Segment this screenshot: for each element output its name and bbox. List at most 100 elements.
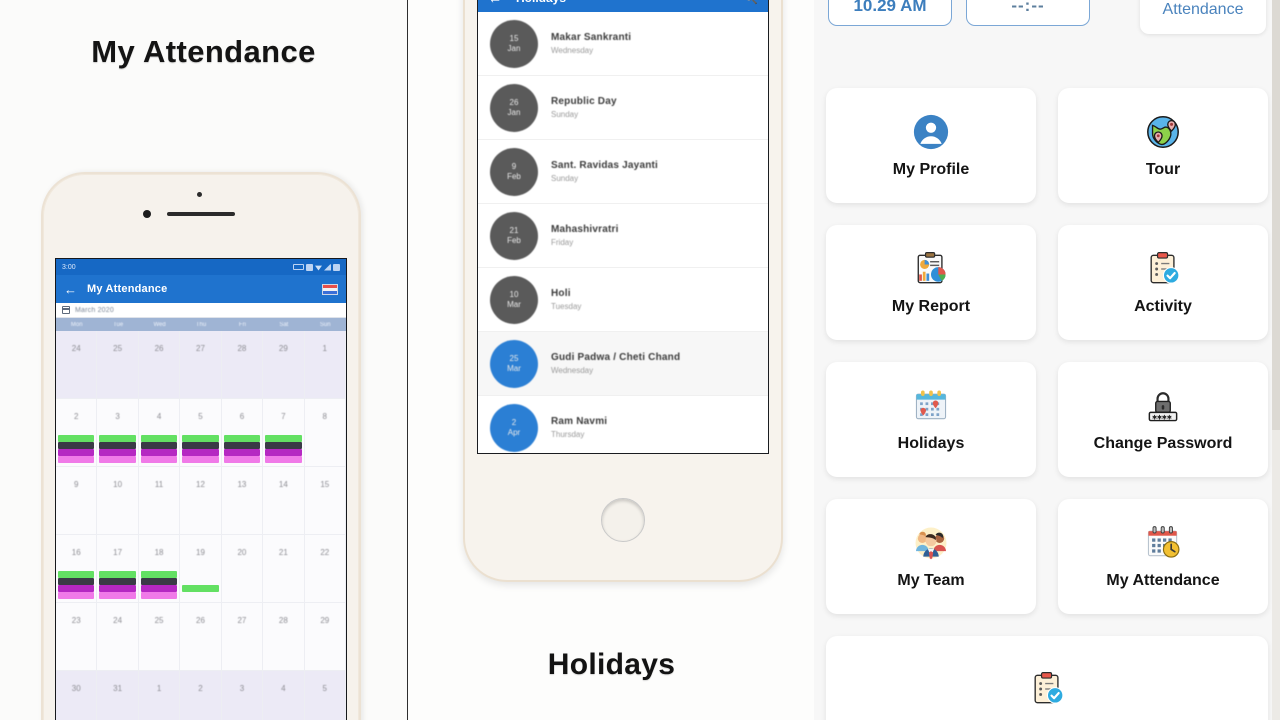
attendance-marker xyxy=(182,449,219,456)
month-label: March 2020 xyxy=(75,306,114,314)
calendar-day-cell[interactable]: 26 xyxy=(138,331,181,399)
calendar-day-cell[interactable]: 19 xyxy=(180,535,222,603)
clipboard-check-icon xyxy=(1027,669,1067,709)
calendar-day-cell[interactable]: 23 xyxy=(56,603,98,671)
tile-my-profile[interactable]: My Profile xyxy=(826,88,1036,203)
calendar-day-cell[interactable]: 1 xyxy=(138,671,181,720)
phone-mockup-attendance: 3:00 ← My Attendance March 2020 Mon Tue We… xyxy=(41,172,361,720)
tile-change-password[interactable]: ✱✱✱✱ Change Password xyxy=(1058,362,1268,477)
calendar-day-cell[interactable]: 17 xyxy=(97,535,139,603)
arrow-left-icon[interactable]: ← xyxy=(488,0,502,5)
calendar-day-cell[interactable]: 28 xyxy=(263,603,305,671)
calendar-day-number: 12 xyxy=(196,480,205,489)
calendar-day-cell[interactable]: 30 xyxy=(56,671,98,720)
calendar-day-cell[interactable]: 2 xyxy=(56,399,98,467)
holiday-date-badge: 21 Feb xyxy=(490,211,538,260)
calendar-day-cell[interactable]: 20 xyxy=(221,535,264,603)
holiday-list-item[interactable]: 2 Apr Ram Navmi Thursday xyxy=(478,396,768,453)
calendar-day-cell[interactable]: 14 xyxy=(263,467,305,535)
calendar-day-cell[interactable]: 24 xyxy=(97,603,139,671)
attendance-marker xyxy=(58,592,95,599)
tile-unlabeled[interactable] xyxy=(826,636,1268,720)
tile-my-team[interactable]: My Team xyxy=(826,499,1036,614)
punch-out-button[interactable]: --:-- xyxy=(966,0,1090,26)
calendar-day-cell[interactable]: 11 xyxy=(138,467,181,535)
calendar-day-cell[interactable]: 27 xyxy=(180,331,222,399)
calendar-day-cell[interactable]: 5 xyxy=(180,399,222,467)
holiday-list-item[interactable]: 26 Jan Republic Day Sunday xyxy=(478,76,768,140)
calendar-day-number: 16 xyxy=(71,548,81,557)
holiday-list[interactable]: 15 Jan Makar Sankranti Wednesday 26 Jan Republ… xyxy=(478,12,768,453)
holiday-list-item[interactable]: 15 Jan Makar Sankranti Wednesday xyxy=(478,12,768,76)
month-selector[interactable]: March 2020 xyxy=(56,303,346,318)
tile-activity[interactable]: Activity xyxy=(1058,225,1268,340)
calendar-day-number: 20 xyxy=(237,548,247,557)
search-icon[interactable]: 🔍 xyxy=(744,0,758,5)
punch-in-button[interactable]: 10.29 AM xyxy=(828,0,952,26)
calendar-day-cell[interactable]: 4 xyxy=(263,671,305,720)
holiday-text: Ram Navmi Thursday xyxy=(551,416,607,439)
calendar-day-number: 3 xyxy=(239,684,245,693)
calendar-day-cell[interactable]: 4 xyxy=(138,399,181,467)
calendar-day-cell[interactable]: 1 xyxy=(304,331,346,399)
calendar-day-cell[interactable]: 3 xyxy=(97,399,139,467)
calendar-day-cell[interactable]: 9 xyxy=(56,467,98,535)
calendar-day-number: 30 xyxy=(71,684,81,693)
status-bar: 3:00 xyxy=(56,259,346,275)
calendar-day-cell[interactable]: 8 xyxy=(304,399,346,467)
holiday-month: Mar xyxy=(507,363,521,373)
attendance-marker xyxy=(223,456,261,463)
calendar-day-cell[interactable]: 24 xyxy=(56,331,98,399)
scrollbar-thumb[interactable] xyxy=(1272,0,1280,430)
calendar-day-cell[interactable]: 25 xyxy=(97,331,139,399)
holiday-list-item[interactable]: 9 Feb Sant. Ravidas Jayanti Sunday xyxy=(478,140,768,204)
attendance-marker xyxy=(265,442,302,449)
calendar-day-number: 1 xyxy=(156,684,162,693)
flag-icon[interactable] xyxy=(322,283,338,295)
holiday-month: Feb xyxy=(507,235,521,245)
calendar-day-cell[interactable]: 21 xyxy=(263,535,305,603)
holiday-name: Mahashivratri xyxy=(551,224,619,235)
calendar-day-cell[interactable]: 18 xyxy=(138,535,181,603)
holiday-list-item[interactable]: 21 Feb Mahashivratri Friday xyxy=(478,204,768,268)
calendar-day-cell[interactable]: 29 xyxy=(304,603,346,671)
holiday-text: Makar Sankranti Wednesday xyxy=(551,32,631,55)
calendar-day-cell[interactable]: 16 xyxy=(56,535,98,603)
holiday-list-item[interactable]: 10 Mar Holi Tuesday xyxy=(478,268,768,332)
calendar-day-cell[interactable]: 28 xyxy=(221,331,264,399)
status-bar-time: 3:00 xyxy=(62,263,76,271)
holiday-date-badge: 15 Jan xyxy=(490,19,538,68)
attendance-marker xyxy=(58,578,95,585)
calendar-day-number: 2 xyxy=(198,684,203,693)
calendar-day-cell[interactable]: 10 xyxy=(97,467,139,535)
attendance-marker xyxy=(58,456,95,463)
holiday-name: Republic Day xyxy=(551,96,617,107)
calendar-day-cell[interactable]: 22 xyxy=(304,535,346,603)
tile-my-attendance[interactable]: My Attendance xyxy=(1058,499,1268,614)
calendar-day-cell[interactable]: 26 xyxy=(180,603,222,671)
calendar-day-cell[interactable]: 15 xyxy=(304,467,346,535)
calendar-day-cell[interactable]: 7 xyxy=(263,399,305,467)
calendar-day-cell[interactable]: 2 xyxy=(180,671,222,720)
calendar-day-cell[interactable]: 27 xyxy=(221,603,264,671)
vertical-scrollbar[interactable] xyxy=(1272,0,1280,720)
signal-icon xyxy=(324,263,331,271)
calendar-day-cell[interactable]: 6 xyxy=(221,399,264,467)
calendar-day-cell[interactable]: 13 xyxy=(221,467,264,535)
attendance-card[interactable]: Attendance xyxy=(1140,0,1266,34)
tile-holidays[interactable]: Holidays xyxy=(826,362,1036,477)
calendar-day-number: 2 xyxy=(73,412,79,421)
home-button[interactable] xyxy=(601,498,645,542)
holiday-weekday: Sunday xyxy=(551,174,579,183)
calendar-day-cell[interactable]: 31 xyxy=(97,671,139,720)
calendar-day-cell[interactable]: 29 xyxy=(263,331,305,399)
calendar-day-cell[interactable]: 3 xyxy=(221,671,264,720)
calendar-day-cell[interactable]: 25 xyxy=(138,603,181,671)
tile-my-report[interactable]: My Report xyxy=(826,225,1036,340)
arrow-left-icon[interactable]: ← xyxy=(64,283,77,296)
calendar-day-cell[interactable]: 5 xyxy=(304,671,346,720)
tile-tour[interactable]: Tour xyxy=(1058,88,1268,203)
attendance-marker xyxy=(99,571,136,578)
holiday-list-item[interactable]: 25 Mar Gudi Padwa / Cheti Chand Wednesday xyxy=(478,332,768,396)
calendar-day-cell[interactable]: 12 xyxy=(180,467,222,535)
